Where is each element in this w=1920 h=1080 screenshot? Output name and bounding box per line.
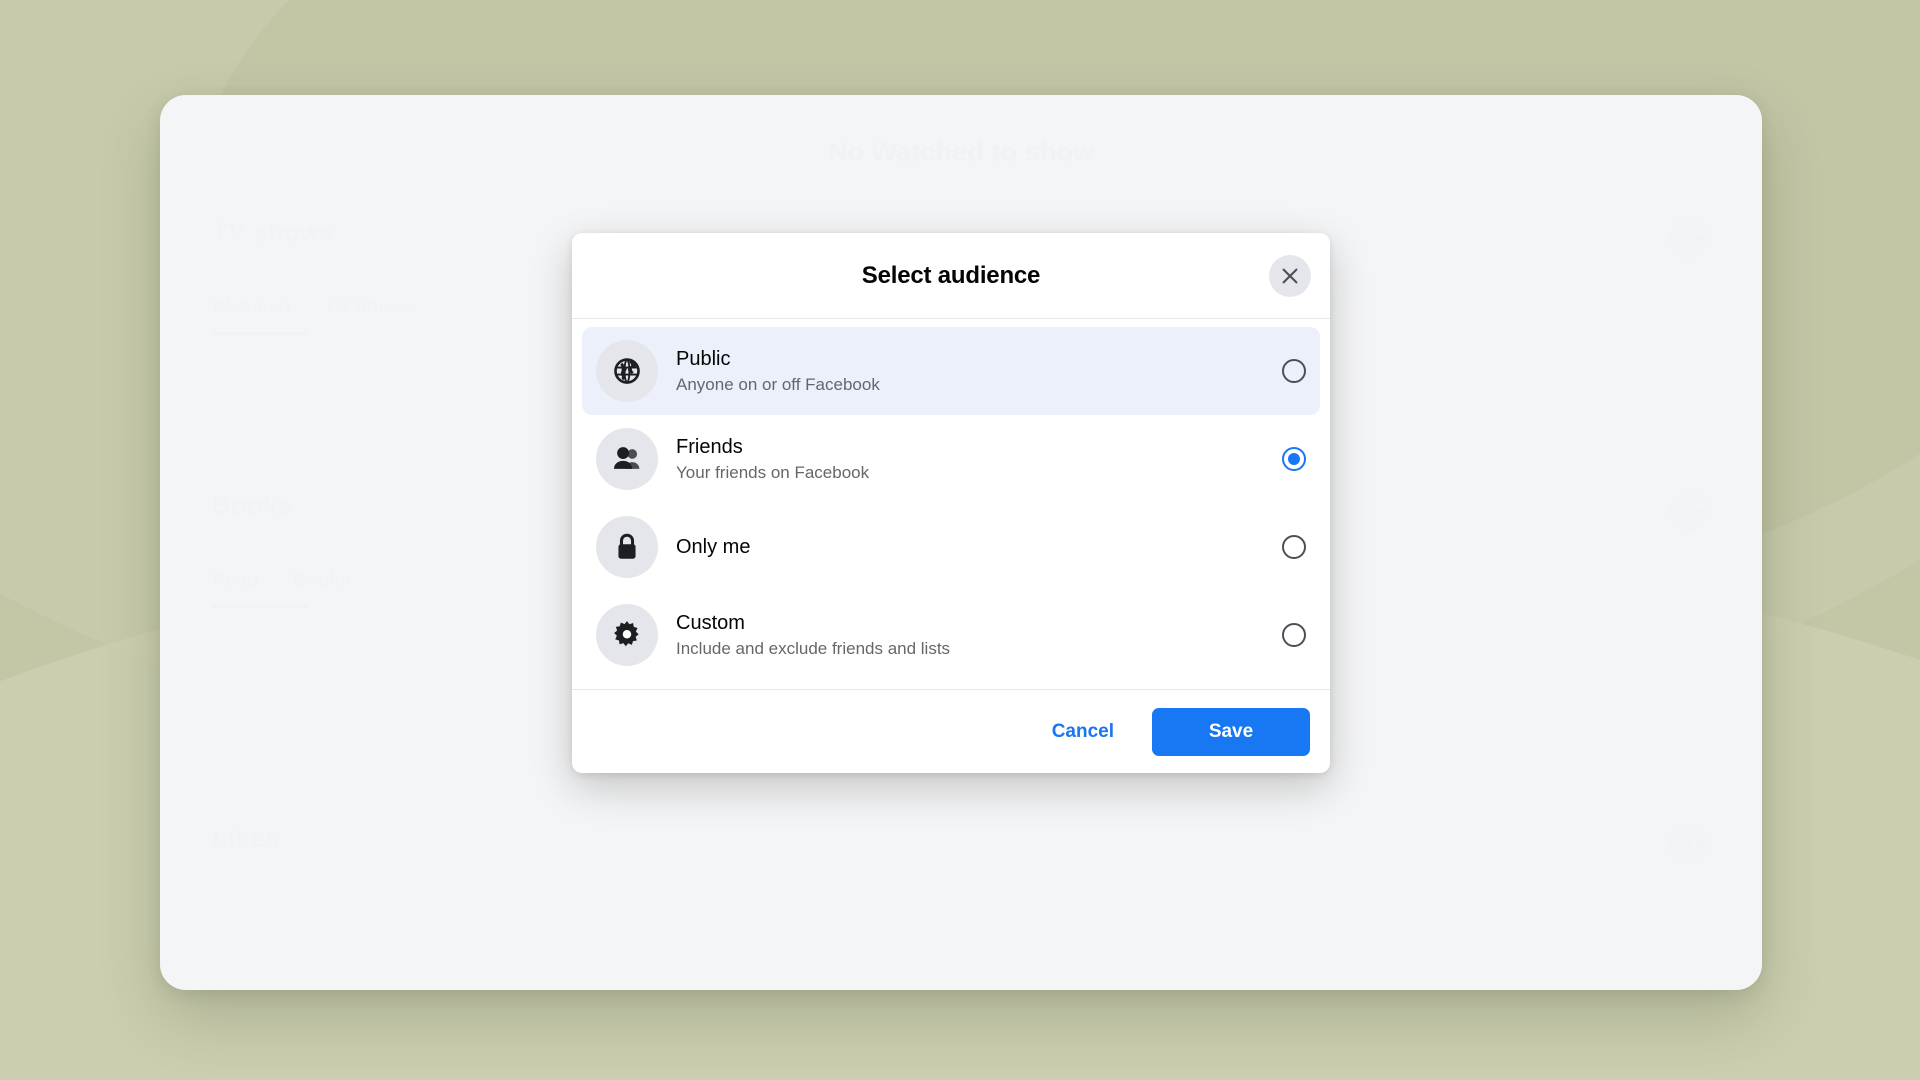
save-button[interactable]: Save	[1152, 707, 1310, 756]
desktop-wallpaper: No Watched to show TV shows Watched TV S…	[0, 0, 1920, 1080]
dialog-header: Select audience	[572, 233, 1330, 319]
option-label: Custom	[676, 611, 745, 634]
gear-icon	[596, 604, 658, 666]
audience-option-public[interactable]: Public Anyone on or off Facebook	[582, 327, 1320, 415]
audience-option-friends[interactable]: Friends Your friends on Facebook	[582, 415, 1320, 503]
close-icon	[1280, 266, 1300, 286]
select-audience-dialog: Select audience Public Anyone on or off …	[572, 233, 1330, 773]
close-button[interactable]	[1269, 254, 1311, 297]
option-text: Custom Include and exclude friends and l…	[676, 610, 1264, 661]
audience-option-custom[interactable]: Custom Include and exclude friends and l…	[582, 591, 1320, 679]
friends-icon	[596, 428, 658, 490]
modal-overlay[interactable]: Select audience Public Anyone on or off …	[160, 95, 1762, 990]
option-description: Anyone on or off Facebook	[676, 374, 880, 394]
audience-option-only-me[interactable]: Only me	[582, 503, 1320, 591]
option-description: Include and exclude friends and lists	[676, 638, 951, 658]
browser-window: No Watched to show TV shows Watched TV S…	[160, 95, 1762, 990]
option-label: Friends	[676, 435, 743, 458]
radio-friends[interactable]	[1282, 447, 1306, 471]
audience-options-list: Public Anyone on or off Facebook Friends…	[572, 319, 1330, 689]
radio-only-me[interactable]	[1282, 535, 1306, 559]
lock-icon	[596, 516, 658, 578]
option-label: Public	[676, 347, 731, 370]
radio-public[interactable]	[1282, 359, 1306, 383]
globe-icon	[596, 340, 658, 402]
option-text: Friends Your friends on Facebook	[676, 434, 1264, 485]
option-description: Your friends on Facebook	[676, 462, 870, 482]
option-text: Public Anyone on or off Facebook	[676, 346, 1264, 397]
radio-custom[interactable]	[1282, 623, 1306, 647]
option-label: Only me	[676, 535, 751, 558]
dialog-title: Select audience	[861, 261, 1041, 289]
dialog-footer: Cancel Save	[572, 689, 1330, 773]
cancel-button[interactable]: Cancel	[1040, 711, 1126, 753]
option-text: Only me	[676, 534, 1264, 561]
